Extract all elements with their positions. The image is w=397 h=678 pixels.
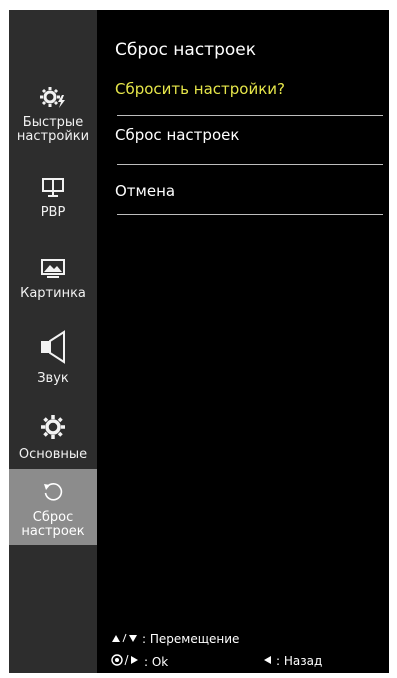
pbp-icon [42, 178, 64, 202]
divider [117, 115, 383, 116]
sidebar-item-pbp[interactable]: PBP [9, 178, 97, 228]
sidebar-item-label: Основные [18, 447, 88, 462]
hint-ok-label: : Ok [144, 654, 169, 669]
sidebar-item-label: PBP [40, 205, 66, 220]
reset-question: Сбросить настройки? [115, 80, 285, 98]
sidebar: Быстрые настройки PBP Картинка Звук Осно… [9, 10, 97, 673]
hint-ok: : Ok [111, 654, 168, 669]
ok-right-icon [111, 654, 141, 669]
sidebar-item-label: Сброс настроек [21, 510, 85, 539]
sidebar-item-picture[interactable]: Картинка [9, 259, 97, 309]
divider [117, 214, 383, 215]
speaker-icon [39, 330, 67, 368]
page-title: Сброс настроек [115, 40, 256, 60]
sidebar-item-label: Звук [37, 371, 69, 386]
sidebar-item-sound[interactable]: Звук [9, 330, 97, 386]
divider [117, 164, 383, 165]
left-arrow-icon [263, 654, 273, 668]
gear-icon [40, 414, 66, 444]
sidebar-item-label: Картинка [20, 286, 86, 301]
sidebar-item-quick-settings[interactable]: Быстрые настройки [9, 86, 97, 146]
cancel-option[interactable]: Отмена [115, 182, 383, 200]
hint-move: : Перемещение [111, 632, 239, 646]
sidebar-item-general[interactable]: Основные [9, 414, 97, 466]
sidebar-item-reset[interactable]: Сброс настроек [9, 469, 97, 545]
hint-move-label: : Перемещение [142, 632, 240, 646]
hint-back: : Назад [263, 654, 322, 668]
hint-back-label: : Назад [276, 654, 323, 668]
reset-icon [42, 481, 64, 507]
main-panel: Сброс настроек Сбросить настройки? Сброс… [97, 10, 389, 673]
reset-option[interactable]: Сброс настроек [115, 126, 383, 144]
sidebar-item-label: Быстрые настройки [16, 115, 90, 144]
quick-settings-icon [40, 86, 66, 112]
osd-window: Быстрые настройки PBP Картинка Звук Осно… [9, 10, 389, 673]
up-down-arrows-icon [111, 632, 139, 646]
picture-icon [41, 259, 65, 283]
